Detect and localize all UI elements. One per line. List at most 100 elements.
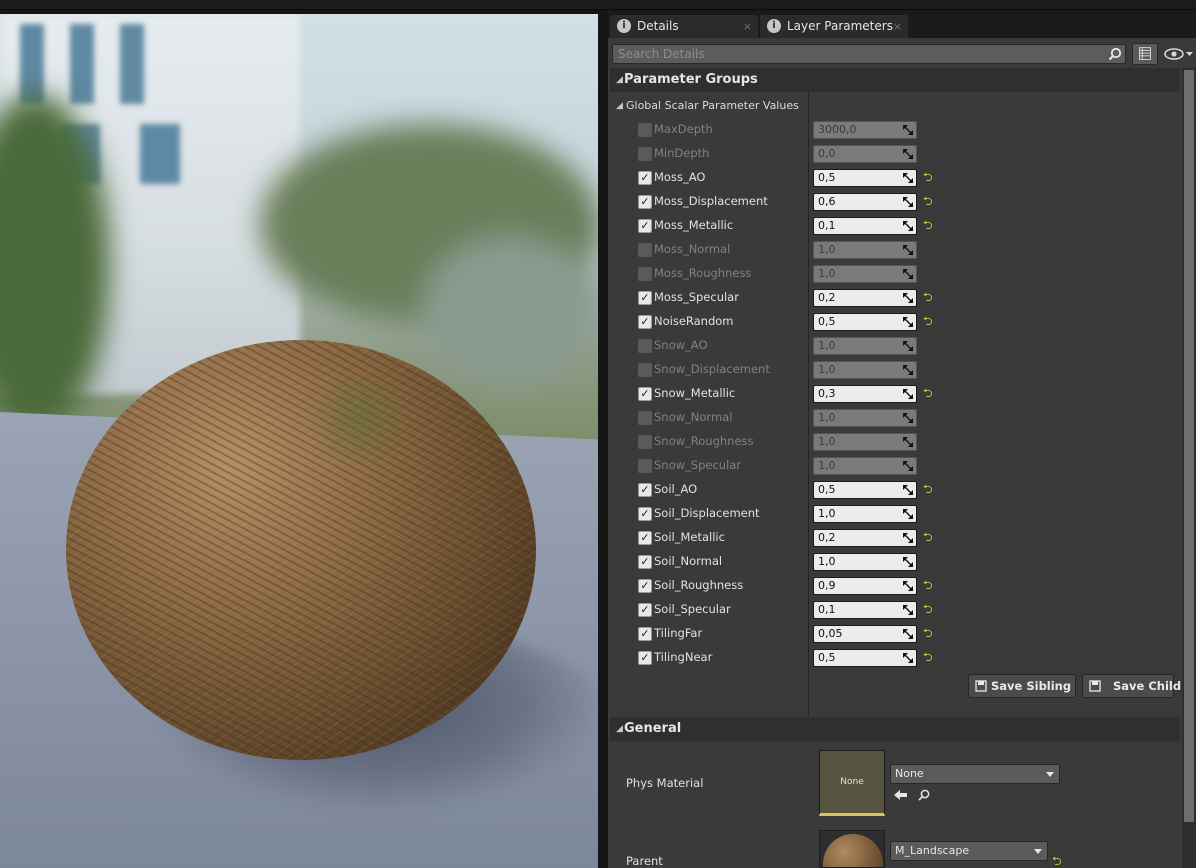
- parameter-value-input[interactable]: 1,0: [813, 241, 917, 259]
- drag-spin-icon[interactable]: [903, 533, 913, 543]
- parameter-enable-checkbox[interactable]: ✓: [638, 483, 652, 497]
- parameter-value-input[interactable]: 0,2: [813, 289, 917, 307]
- collapse-triangle-icon[interactable]: ◢: [616, 101, 623, 111]
- collapse-triangle-icon[interactable]: ◢: [616, 724, 623, 734]
- parameter-enable-checkbox[interactable]: ✓: [638, 219, 652, 233]
- reset-to-default-icon[interactable]: ⮌: [923, 578, 937, 592]
- parameter-enable-checkbox[interactable]: [638, 147, 652, 161]
- view-options-eye-icon[interactable]: [1162, 46, 1194, 62]
- parameter-enable-checkbox[interactable]: ✓: [638, 315, 652, 329]
- reset-to-default-icon[interactable]: ⮌: [923, 530, 937, 544]
- parameter-enable-checkbox[interactable]: ✓: [638, 507, 652, 521]
- parameter-value-input[interactable]: 1,0: [813, 337, 917, 355]
- parameter-value-input[interactable]: 1,0: [813, 457, 917, 475]
- parameter-enable-checkbox[interactable]: [638, 123, 652, 137]
- drag-spin-icon[interactable]: [903, 197, 913, 207]
- drag-spin-icon[interactable]: [903, 341, 913, 351]
- drag-spin-icon[interactable]: [903, 221, 913, 231]
- drag-spin-icon[interactable]: [903, 509, 913, 519]
- parameter-value-input[interactable]: 0,0: [813, 145, 917, 163]
- drag-spin-icon[interactable]: [903, 557, 913, 567]
- drag-spin-icon[interactable]: [903, 293, 913, 303]
- reset-to-default-icon[interactable]: ⮌: [923, 218, 937, 232]
- drag-spin-icon[interactable]: [903, 269, 913, 279]
- drag-spin-icon[interactable]: [903, 173, 913, 183]
- phys-material-thumbnail[interactable]: None: [819, 750, 885, 816]
- parameter-value-input[interactable]: 1,0: [813, 505, 917, 523]
- reset-to-default-icon[interactable]: ⮌: [923, 602, 937, 616]
- parameter-enable-checkbox[interactable]: [638, 435, 652, 449]
- parameter-value-input[interactable]: 0,2: [813, 529, 917, 547]
- parent-material-combo[interactable]: M_Landscape: [890, 841, 1048, 861]
- parameter-value-input[interactable]: 0,3: [813, 385, 917, 403]
- browse-search-icon[interactable]: [916, 788, 932, 802]
- drag-spin-icon[interactable]: [903, 389, 913, 399]
- parameter-value-input[interactable]: 1,0: [813, 361, 917, 379]
- phys-material-combo[interactable]: None: [890, 764, 1060, 784]
- parameter-value-input[interactable]: 1,0: [813, 265, 917, 283]
- parameter-value-input[interactable]: 1,0: [813, 553, 917, 571]
- reset-to-default-icon[interactable]: ⮌: [923, 290, 937, 304]
- scrollbar[interactable]: [1182, 68, 1196, 868]
- parameter-enable-checkbox[interactable]: ✓: [638, 387, 652, 401]
- reset-to-default-icon[interactable]: ⮌: [923, 482, 937, 496]
- parameter-enable-checkbox[interactable]: ✓: [638, 195, 652, 209]
- drag-spin-icon[interactable]: [903, 245, 913, 255]
- property-matrix-button[interactable]: [1132, 43, 1158, 65]
- parameter-value-input[interactable]: 0,1: [813, 217, 917, 235]
- parameter-enable-checkbox[interactable]: [638, 363, 652, 377]
- scrollbar-thumb[interactable]: [1184, 70, 1194, 822]
- use-selected-arrow-icon[interactable]: [893, 788, 909, 802]
- category-parameter-groups[interactable]: ◢ Parameter Groups: [610, 68, 1180, 92]
- parameter-enable-checkbox[interactable]: ✓: [638, 651, 652, 665]
- drag-spin-icon[interactable]: [903, 461, 913, 471]
- reset-to-default-icon[interactable]: ⮌: [923, 650, 937, 664]
- drag-spin-icon[interactable]: [903, 581, 913, 591]
- parameter-enable-checkbox[interactable]: [638, 339, 652, 353]
- parameter-enable-checkbox[interactable]: ✓: [638, 627, 652, 641]
- parameter-value-input[interactable]: 3000,0: [813, 121, 917, 139]
- parameter-enable-checkbox[interactable]: ✓: [638, 555, 652, 569]
- tab-details[interactable]: i Details ×: [610, 15, 758, 38]
- reset-to-default-icon[interactable]: ⮌: [923, 314, 937, 328]
- tab-layer-parameters[interactable]: i Layer Parameters ×: [760, 15, 908, 38]
- category-general[interactable]: ◢ General: [610, 717, 1180, 741]
- drag-spin-icon[interactable]: [903, 629, 913, 639]
- reset-to-default-icon[interactable]: ⮌: [923, 170, 937, 184]
- drag-spin-icon[interactable]: [903, 485, 913, 495]
- drag-spin-icon[interactable]: [903, 149, 913, 159]
- group-global-scalar[interactable]: ◢ Global Scalar Parameter Values: [610, 94, 1180, 118]
- parameter-value-input[interactable]: 0,6: [813, 193, 917, 211]
- parameter-enable-checkbox[interactable]: ✓: [638, 171, 652, 185]
- drag-spin-icon[interactable]: [903, 437, 913, 447]
- parent-material-thumbnail[interactable]: [819, 830, 885, 868]
- search-input[interactable]: Search Details: [612, 44, 1126, 64]
- drag-spin-icon[interactable]: [903, 365, 913, 375]
- parameter-value-input[interactable]: 0,05: [813, 625, 917, 643]
- close-icon[interactable]: ×: [743, 15, 752, 38]
- material-preview-viewport[interactable]: [0, 14, 598, 868]
- search-icon[interactable]: [1108, 47, 1122, 61]
- collapse-triangle-icon[interactable]: ◢: [616, 75, 623, 85]
- parameter-enable-checkbox[interactable]: [638, 243, 652, 257]
- reset-to-default-icon[interactable]: ⮌: [1052, 854, 1066, 868]
- parameter-enable-checkbox[interactable]: ✓: [638, 579, 652, 593]
- close-icon[interactable]: ×: [893, 15, 902, 38]
- save-sibling-button[interactable]: Save Sibling: [968, 674, 1076, 698]
- parameter-value-input[interactable]: 0,1: [813, 601, 917, 619]
- parameter-value-input[interactable]: 0,5: [813, 313, 917, 331]
- reset-to-default-icon[interactable]: ⮌: [923, 194, 937, 208]
- parameter-value-input[interactable]: 1,0: [813, 409, 917, 427]
- drag-spin-icon[interactable]: [903, 605, 913, 615]
- parameter-enable-checkbox[interactable]: [638, 267, 652, 281]
- parameter-value-input[interactable]: 0,5: [813, 649, 917, 667]
- parameter-enable-checkbox[interactable]: ✓: [638, 603, 652, 617]
- parameter-value-input[interactable]: 1,0: [813, 433, 917, 451]
- parameter-enable-checkbox[interactable]: ✓: [638, 531, 652, 545]
- reset-to-default-icon[interactable]: ⮌: [923, 386, 937, 400]
- parameter-enable-checkbox[interactable]: [638, 459, 652, 473]
- panel-splitter[interactable]: [598, 10, 608, 868]
- parameter-value-input[interactable]: 0,5: [813, 481, 917, 499]
- drag-spin-icon[interactable]: [903, 317, 913, 327]
- parameter-enable-checkbox[interactable]: [638, 411, 652, 425]
